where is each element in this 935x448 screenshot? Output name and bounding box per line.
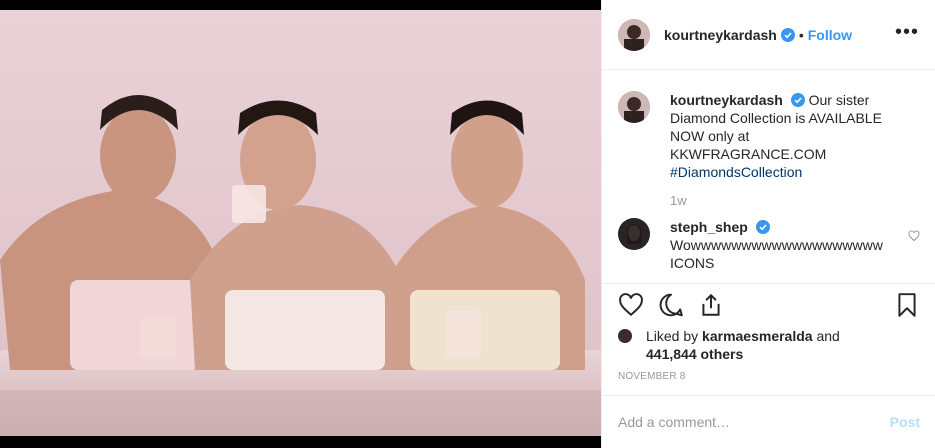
add-comment-bar: Post (602, 395, 935, 448)
header-separator: • (798, 26, 804, 43)
comment-text: Wowwwwwwwwwwwwwwwwwww ICONS (670, 237, 883, 271)
caption-text-block: kourtneykardash Our sister Diamond Colle… (670, 91, 900, 181)
bookmark-icon[interactable] (894, 292, 920, 318)
post-sidebar: kourtneykardash • Follow ••• kourtneykar… (601, 0, 935, 448)
caption-username[interactable]: kourtneykardash (670, 92, 783, 108)
share-icon[interactable] (698, 292, 724, 318)
follow-button[interactable]: Follow (808, 27, 852, 43)
comments-section: kourtneykardash Our sister Diamond Colle… (602, 71, 935, 283)
commenter-avatar[interactable] (618, 218, 650, 250)
likes-text: Liked by karmaesmeralda and 441,844 othe… (646, 327, 840, 363)
likes-prefix: Liked by (646, 328, 699, 344)
comment-username[interactable]: steph_shep (670, 219, 748, 235)
likes-count[interactable]: 441,844 others (646, 346, 743, 362)
comment-like-heart-icon[interactable] (908, 230, 920, 242)
verified-badge-icon (790, 93, 805, 107)
comment-input[interactable] (618, 414, 890, 430)
action-bar (602, 283, 935, 329)
caption-hashtag[interactable]: #DiamondsCollection (670, 164, 802, 180)
liker-avatar[interactable] (618, 329, 632, 343)
comment-icon[interactable] (658, 292, 684, 318)
author-avatar[interactable] (618, 18, 650, 51)
caption-time[interactable]: 1w (670, 193, 920, 208)
more-options-icon[interactable]: ••• (895, 22, 919, 42)
instagram-post: kourtneykardash • Follow ••• kourtneykar… (0, 0, 935, 448)
post-header: kourtneykardash • Follow ••• (602, 0, 935, 70)
caption-avatar[interactable] (618, 91, 650, 123)
verified-badge-icon (780, 27, 795, 42)
post-media (0, 0, 601, 448)
comment-row: steph_shep Wowwwwwwwwwwwwwwwwwww ICONS (618, 218, 920, 272)
post-comment-button[interactable]: Post (890, 414, 920, 430)
post-photo[interactable] (0, 10, 601, 436)
likes-summary: Liked by karmaesmeralda and 441,844 othe… (618, 327, 918, 363)
comment-text-block: steph_shep Wowwwwwwwwwwwwwwwwwww ICONS (670, 218, 890, 272)
heart-icon[interactable] (618, 292, 644, 318)
verified-badge-icon (755, 220, 770, 234)
post-date[interactable]: NOVEMBER 8 (618, 371, 686, 382)
likes-and: and (816, 328, 840, 344)
liker-username[interactable]: karmaesmeralda (702, 328, 813, 344)
author-username[interactable]: kourtneykardash (664, 27, 777, 43)
caption: kourtneykardash Our sister Diamond Colle… (618, 91, 920, 181)
